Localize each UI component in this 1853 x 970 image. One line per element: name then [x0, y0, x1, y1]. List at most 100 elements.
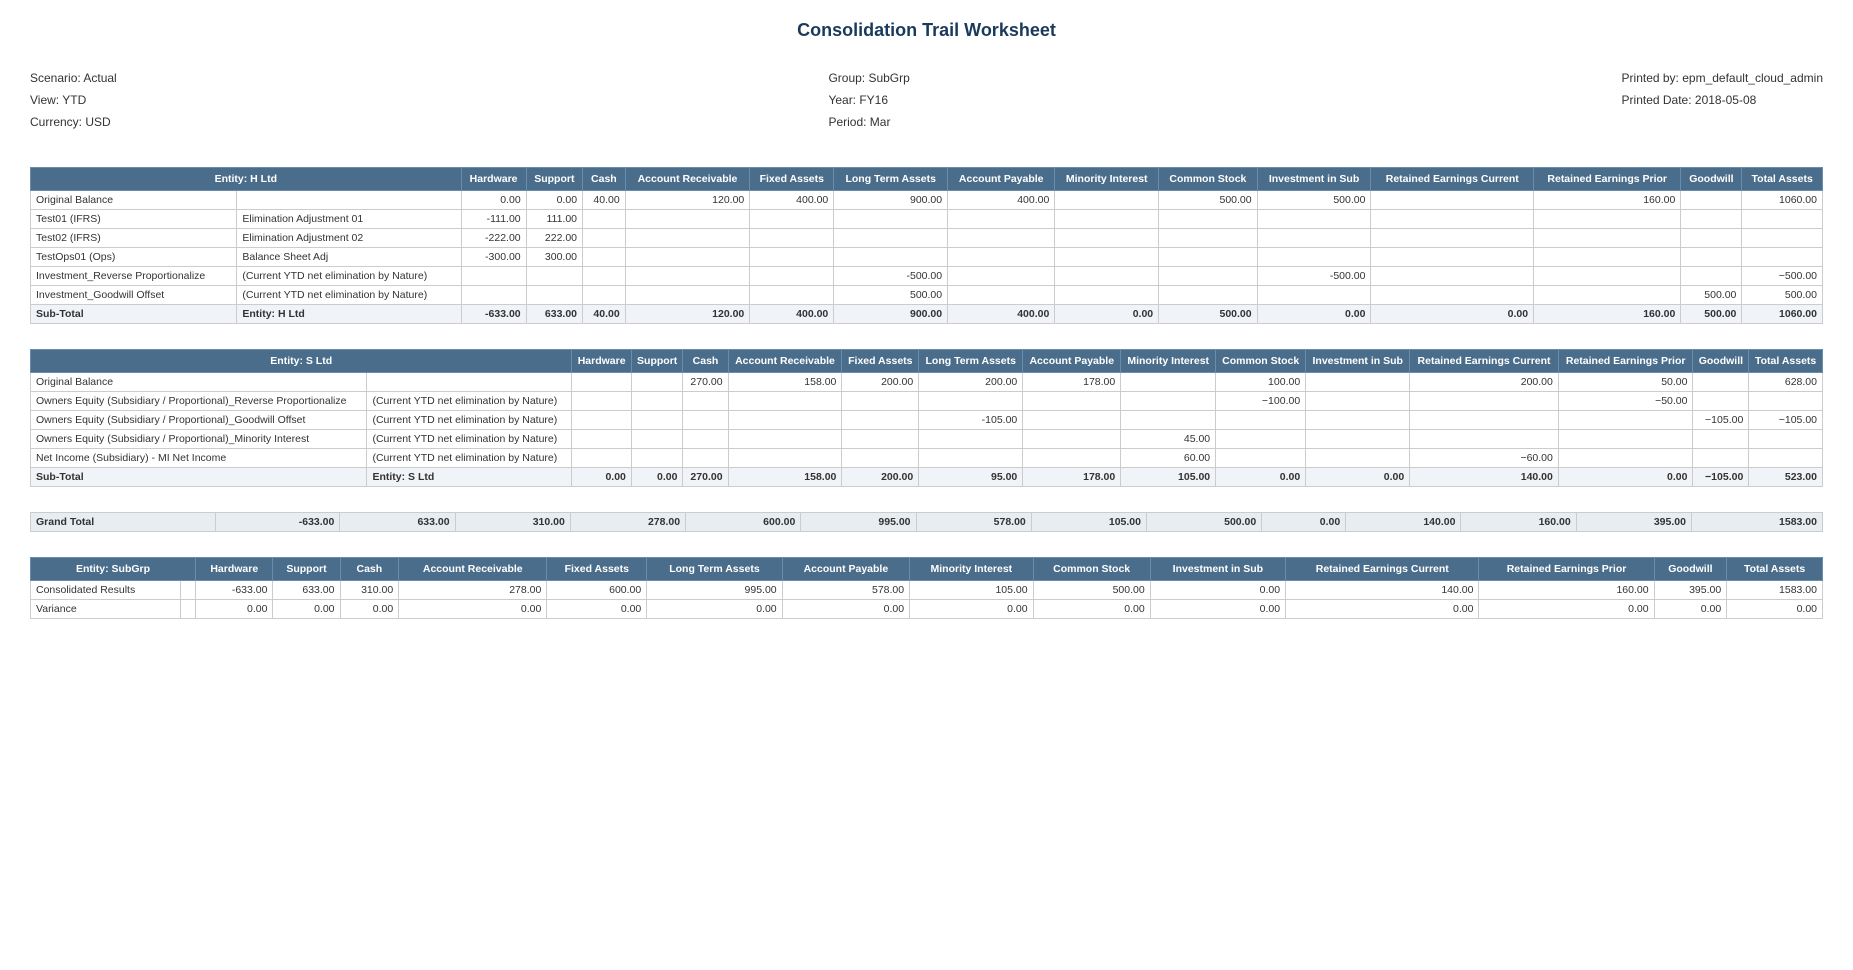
- row-val-7: [1121, 392, 1216, 411]
- col-hardware-h: Hardware: [461, 168, 526, 191]
- gt-cs: 500.00: [1147, 513, 1262, 532]
- row-val-11: [1558, 430, 1693, 449]
- row-val-13: [1742, 210, 1823, 229]
- col-hardware-s: Hardware: [572, 350, 632, 373]
- subtotal-val-7: 0.00: [1055, 305, 1159, 324]
- row-label2: (Current YTD net elimination by Nature): [237, 286, 461, 305]
- row-val-10: 200.00: [1410, 373, 1559, 392]
- row-val-2: 270.00: [683, 373, 728, 392]
- row-val-11: [1558, 411, 1693, 430]
- row-val-8: [1159, 286, 1257, 305]
- table-row: Investment_Goodwill Offset(Current YTD n…: [31, 286, 1823, 305]
- row-val-10: [1371, 286, 1534, 305]
- row-label: Consolidated Results: [31, 581, 181, 600]
- row-val-9: [1257, 229, 1371, 248]
- row-val-8: 0.00: [1033, 600, 1150, 619]
- row-val-9: [1306, 411, 1410, 430]
- row-val-8: [1216, 449, 1306, 468]
- col-hardware-sg: Hardware: [196, 558, 273, 581]
- subtotal-val-11: 160.00: [1534, 305, 1681, 324]
- row-val-2: [583, 210, 626, 229]
- row-val-4: [842, 449, 919, 468]
- row-val-11: [1534, 210, 1681, 229]
- row-val-8: [1159, 248, 1257, 267]
- row-val-6: 178.00: [1023, 373, 1121, 392]
- row-label: Owners Equity (Subsidiary / Proportional…: [31, 392, 367, 411]
- row-val-3: [728, 430, 842, 449]
- gt-ar: 278.00: [570, 513, 685, 532]
- row-val-7: 60.00: [1121, 449, 1216, 468]
- row-val-7: 45.00: [1121, 430, 1216, 449]
- row-val-6: [1023, 392, 1121, 411]
- row-label: Owners Equity (Subsidiary / Proportional…: [31, 430, 367, 449]
- row-val-9: [1306, 449, 1410, 468]
- row-label: Investment_Reverse Proportionalize: [31, 267, 237, 286]
- subtotal-val-4: 400.00: [750, 305, 834, 324]
- subtotal-val-13: 523.00: [1749, 468, 1823, 487]
- row-val-5: 500.00: [834, 286, 948, 305]
- row-val-2: [683, 430, 728, 449]
- subtotal-val-6: 400.00: [948, 305, 1055, 324]
- row-val-10: [1410, 411, 1559, 430]
- meta-col-center: Group: SubGrp Year: FY16 Period: Mar: [828, 71, 909, 137]
- row-label: Investment_Goodwill Offset: [31, 286, 237, 305]
- row-label2: [181, 581, 196, 600]
- row-label2: (Current YTD net elimination by Nature): [367, 430, 572, 449]
- grand-total-label: Grand Total: [31, 513, 216, 532]
- row-val-3: [625, 286, 750, 305]
- row-val-8: 500.00: [1159, 191, 1257, 210]
- group-label: Group: SubGrp: [828, 71, 909, 85]
- row-val-12: [1681, 229, 1742, 248]
- row-val-13: [1742, 248, 1823, 267]
- table-row: Owners Equity (Subsidiary / Proportional…: [31, 392, 1823, 411]
- col-fa-s: Fixed Assets: [842, 350, 919, 373]
- subtotal-val-9: 0.00: [1257, 305, 1371, 324]
- row-label2: (Current YTD net elimination by Nature): [367, 449, 572, 468]
- row-val-11: [1534, 267, 1681, 286]
- col-ap-sg: Account Payable: [782, 558, 909, 581]
- row-val-11: 160.00: [1479, 581, 1654, 600]
- col-ap-s: Account Payable: [1023, 350, 1121, 373]
- row-val-5: 995.00: [647, 581, 782, 600]
- row-val-12: [1693, 430, 1749, 449]
- row-val-9: [1306, 373, 1410, 392]
- subtotal-val-9: 0.00: [1306, 468, 1410, 487]
- col-ta-s: Total Assets: [1749, 350, 1823, 373]
- row-val-0: 0.00: [461, 191, 526, 210]
- row-val-10: [1410, 392, 1559, 411]
- row-label: Test02 (IFRS): [31, 229, 237, 248]
- row-val-4: [750, 248, 834, 267]
- col-rec-h: Retained Earnings Current: [1371, 168, 1534, 191]
- row-val-9: [1257, 286, 1371, 305]
- col-fa-h: Fixed Assets: [750, 168, 834, 191]
- col-rep-h: Retained Earnings Prior: [1534, 168, 1681, 191]
- row-val-7: [1055, 191, 1159, 210]
- row-val-0: [572, 373, 632, 392]
- row-val-7: 0.00: [910, 600, 1033, 619]
- row-val-10: 0.00: [1286, 600, 1479, 619]
- row-val-6: [1023, 449, 1121, 468]
- row-val-0: 0.00: [196, 600, 273, 619]
- subtotal-val-13: 1060.00: [1742, 305, 1823, 324]
- subtotal-val-10: 0.00: [1371, 305, 1534, 324]
- row-val-10: −60.00: [1410, 449, 1559, 468]
- gt-ap: 578.00: [916, 513, 1031, 532]
- row-val-12: [1693, 373, 1749, 392]
- row-val-1: 222.00: [526, 229, 582, 248]
- table-h-ltd: Entity: H Ltd Hardware Support Cash Acco…: [30, 167, 1823, 324]
- row-val-13: [1749, 430, 1823, 449]
- gt-mi: 105.00: [1031, 513, 1146, 532]
- gt-is: 0.00: [1262, 513, 1346, 532]
- row-val-5: [834, 210, 948, 229]
- row-val-5: -105.00: [919, 411, 1023, 430]
- meta-col-right: Printed by: epm_default_cloud_admin Prin…: [1622, 71, 1823, 137]
- col-cash-sg: Cash: [340, 558, 399, 581]
- row-val-1: 0.00: [273, 600, 340, 619]
- row-val-9: 0.00: [1150, 581, 1285, 600]
- row-val-12: −105.00: [1693, 411, 1749, 430]
- col-lta-s: Long Term Assets: [919, 350, 1023, 373]
- row-val-0: [572, 392, 632, 411]
- row-val-12: [1693, 392, 1749, 411]
- table-row: Investment_Reverse Proportionalize(Curre…: [31, 267, 1823, 286]
- table-row: Test01 (IFRS)Elimination Adjustment 01-1…: [31, 210, 1823, 229]
